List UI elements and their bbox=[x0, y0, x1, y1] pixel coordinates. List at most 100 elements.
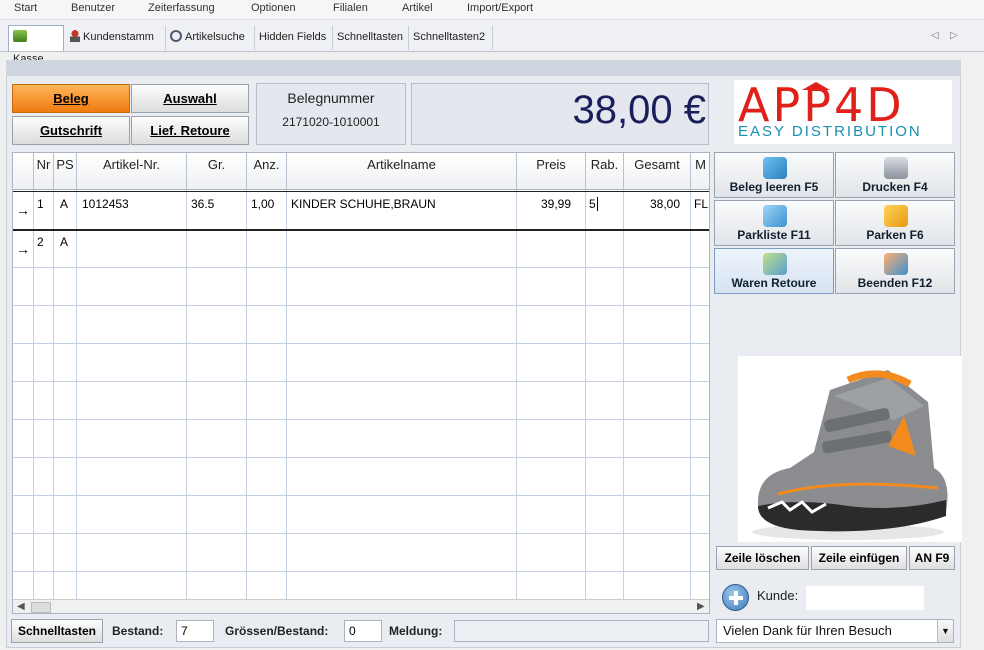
product-image bbox=[738, 356, 962, 542]
tab-schnelltasten[interactable]: Schnelltasten bbox=[333, 26, 409, 50]
table-hscrollbar[interactable]: ◀ ▶ bbox=[13, 599, 709, 613]
beenden-button[interactable]: Beenden F12 bbox=[835, 248, 955, 294]
scroll-right-icon[interactable]: ▶ bbox=[697, 601, 705, 612]
groessen-bestand-field[interactable]: 0 bbox=[344, 620, 382, 642]
message-select[interactable]: Vielen Dank für Ihren Besuch ▼ bbox=[716, 619, 954, 643]
cell-ps: A bbox=[60, 197, 69, 211]
cell-nr: 1 bbox=[37, 197, 44, 211]
menu-filialen[interactable]: Filialen bbox=[333, 2, 368, 14]
waren-retoure-label: Waren Retoure bbox=[731, 276, 817, 290]
tab-kundenstamm[interactable]: Kundenstamm bbox=[66, 26, 166, 50]
lief-retoure-button[interactable]: Lief. Retoure bbox=[131, 116, 249, 145]
app4d-logo: APP4D EASY DISTRIBUTION bbox=[734, 80, 952, 144]
belegnummer-value: 2171020-1010001 bbox=[282, 115, 380, 129]
cell-gr: 36.5 bbox=[191, 197, 215, 211]
menu-benutzer[interactable]: Benutzer bbox=[71, 2, 115, 14]
tab-hidden-fields[interactable]: Hidden Fields bbox=[255, 26, 333, 50]
cell-ps: A bbox=[60, 235, 69, 249]
parkliste-label: Parkliste F11 bbox=[737, 228, 811, 242]
col-header-rab[interactable]: Rab. bbox=[586, 153, 624, 190]
menu-start[interactable]: Start bbox=[14, 2, 37, 14]
cell-rab[interactable]: 5 bbox=[589, 197, 598, 211]
beenden-label: Beenden F12 bbox=[857, 276, 933, 290]
tab-schnelltasten2-label: Schnelltasten2 bbox=[413, 31, 486, 43]
scroll-thumb[interactable] bbox=[31, 602, 51, 613]
beleg-button[interactable]: Beleg bbox=[12, 84, 130, 113]
beleg-leeren-label: Beleg leeren F5 bbox=[729, 180, 819, 194]
col-header-preis[interactable]: Preis bbox=[517, 153, 586, 190]
row-pointer-icon: → bbox=[16, 202, 30, 218]
cell-preis: 39,99 bbox=[541, 197, 572, 211]
col-header-selector bbox=[13, 153, 34, 190]
gutschrift-button[interactable]: Gutschrift bbox=[12, 116, 130, 145]
logo-hat-icon bbox=[802, 82, 830, 90]
parken-button[interactable]: Parken F6 bbox=[835, 200, 955, 246]
bestand-field[interactable]: 7 bbox=[176, 620, 214, 642]
menu-artikel[interactable]: Artikel bbox=[402, 2, 433, 14]
cash-icon bbox=[13, 30, 27, 42]
beleg-leeren-button[interactable]: Beleg leeren F5 bbox=[714, 152, 834, 198]
folder-list-icon bbox=[763, 205, 787, 227]
col-header-ps[interactable]: PS bbox=[54, 153, 77, 190]
article-table[interactable]: Nr PS Artikel-Nr. Gr. Anz. Artikelname P… bbox=[12, 152, 710, 614]
drucken-button[interactable]: Drucken F4 bbox=[835, 152, 955, 198]
total-amount: 38,00 € bbox=[572, 88, 706, 132]
chevron-down-icon[interactable]: ▼ bbox=[937, 620, 953, 642]
cell-anz: 1,00 bbox=[251, 197, 275, 211]
belegnummer-label: Belegnummer bbox=[287, 90, 375, 106]
tab-artikelsuche[interactable]: Artikelsuche bbox=[166, 26, 255, 50]
logo-sub-text: EASY DISTRIBUTION bbox=[738, 123, 922, 140]
schnelltasten-button[interactable]: Schnelltasten bbox=[11, 619, 103, 643]
parkliste-button[interactable]: Parkliste F11 bbox=[714, 200, 834, 246]
menu-optionen[interactable]: Optionen bbox=[251, 2, 296, 14]
tab-kundenstamm-label: Kundenstamm bbox=[83, 31, 154, 43]
zeile-einfuegen-button[interactable]: Zeile einfügen bbox=[811, 546, 907, 570]
parken-label: Parken F6 bbox=[866, 228, 924, 242]
col-header-m[interactable]: M bbox=[691, 153, 709, 190]
tab-schnelltasten2[interactable]: Schnelltasten2 bbox=[409, 26, 493, 50]
col-header-gesamt[interactable]: Gesamt bbox=[624, 153, 691, 190]
col-header-artikelname[interactable]: Artikelname bbox=[287, 153, 517, 190]
meldung-label: Meldung: bbox=[389, 624, 443, 638]
person-icon bbox=[70, 30, 80, 42]
drucken-label: Drucken F4 bbox=[862, 180, 928, 194]
meldung-field[interactable] bbox=[454, 620, 709, 642]
bestand-label: Bestand: bbox=[112, 624, 164, 638]
scroll-left-icon[interactable]: ◀ bbox=[17, 601, 25, 612]
folder-park-icon bbox=[884, 205, 908, 227]
clear-document-icon bbox=[763, 157, 787, 179]
belegnummer-box: Belegnummer 2171020-1010001 bbox=[256, 83, 406, 145]
groessen-bestand-label: Grössen/Bestand: bbox=[225, 624, 329, 638]
menu-import-export[interactable]: Import/Export bbox=[467, 2, 533, 14]
tab-strip: Kasse Kundenstamm Artikelsuche Hidden Fi… bbox=[0, 22, 984, 65]
kunde-input[interactable] bbox=[806, 586, 924, 610]
col-header-gr[interactable]: Gr. bbox=[187, 153, 247, 190]
cell-nr: 2 bbox=[37, 235, 44, 249]
tab-schnelltasten-label: Schnelltasten bbox=[337, 31, 404, 43]
add-customer-icon[interactable] bbox=[722, 584, 749, 611]
tab-artikelsuche-label: Artikelsuche bbox=[185, 31, 245, 43]
waren-retoure-button[interactable]: Waren Retoure bbox=[714, 248, 834, 294]
table-row[interactable]: → 2 A bbox=[13, 231, 709, 267]
search-icon bbox=[170, 30, 182, 42]
kunde-label: Kunde: bbox=[757, 588, 799, 603]
cell-gesamt: 38,00 bbox=[650, 197, 681, 211]
col-header-artikel-nr[interactable]: Artikel-Nr. bbox=[77, 153, 187, 190]
message-select-value: Vielen Dank für Ihren Besuch bbox=[723, 623, 892, 638]
tab-hidden-fields-label: Hidden Fields bbox=[259, 31, 327, 43]
col-header-nr[interactable]: Nr bbox=[34, 153, 54, 190]
tab-kasse[interactable]: Kasse bbox=[8, 25, 64, 65]
shoe-image-icon bbox=[752, 370, 948, 540]
an-button[interactable]: AN F9 bbox=[909, 546, 955, 570]
table-row[interactable]: → 1 A 1012453 36.5 1,00 KINDER SCHUHE,BR… bbox=[13, 191, 709, 229]
cell-artikelname: KINDER SCHUHE,BRAUN bbox=[291, 197, 436, 211]
auswahl-button[interactable]: Auswahl bbox=[131, 84, 249, 113]
cell-m: FL bbox=[694, 197, 709, 211]
zeile-loeschen-button[interactable]: Zeile löschen bbox=[716, 546, 809, 570]
tab-scroll-right-icon[interactable]: ▷ bbox=[950, 30, 958, 41]
menu-zeiterfassung[interactable]: Zeiterfassung bbox=[148, 2, 215, 14]
panel-header-stripe bbox=[6, 60, 961, 76]
total-box: 38,00 € bbox=[411, 83, 709, 145]
tab-scroll-left-icon[interactable]: ◁ bbox=[931, 30, 939, 41]
col-header-anz[interactable]: Anz. bbox=[247, 153, 287, 190]
